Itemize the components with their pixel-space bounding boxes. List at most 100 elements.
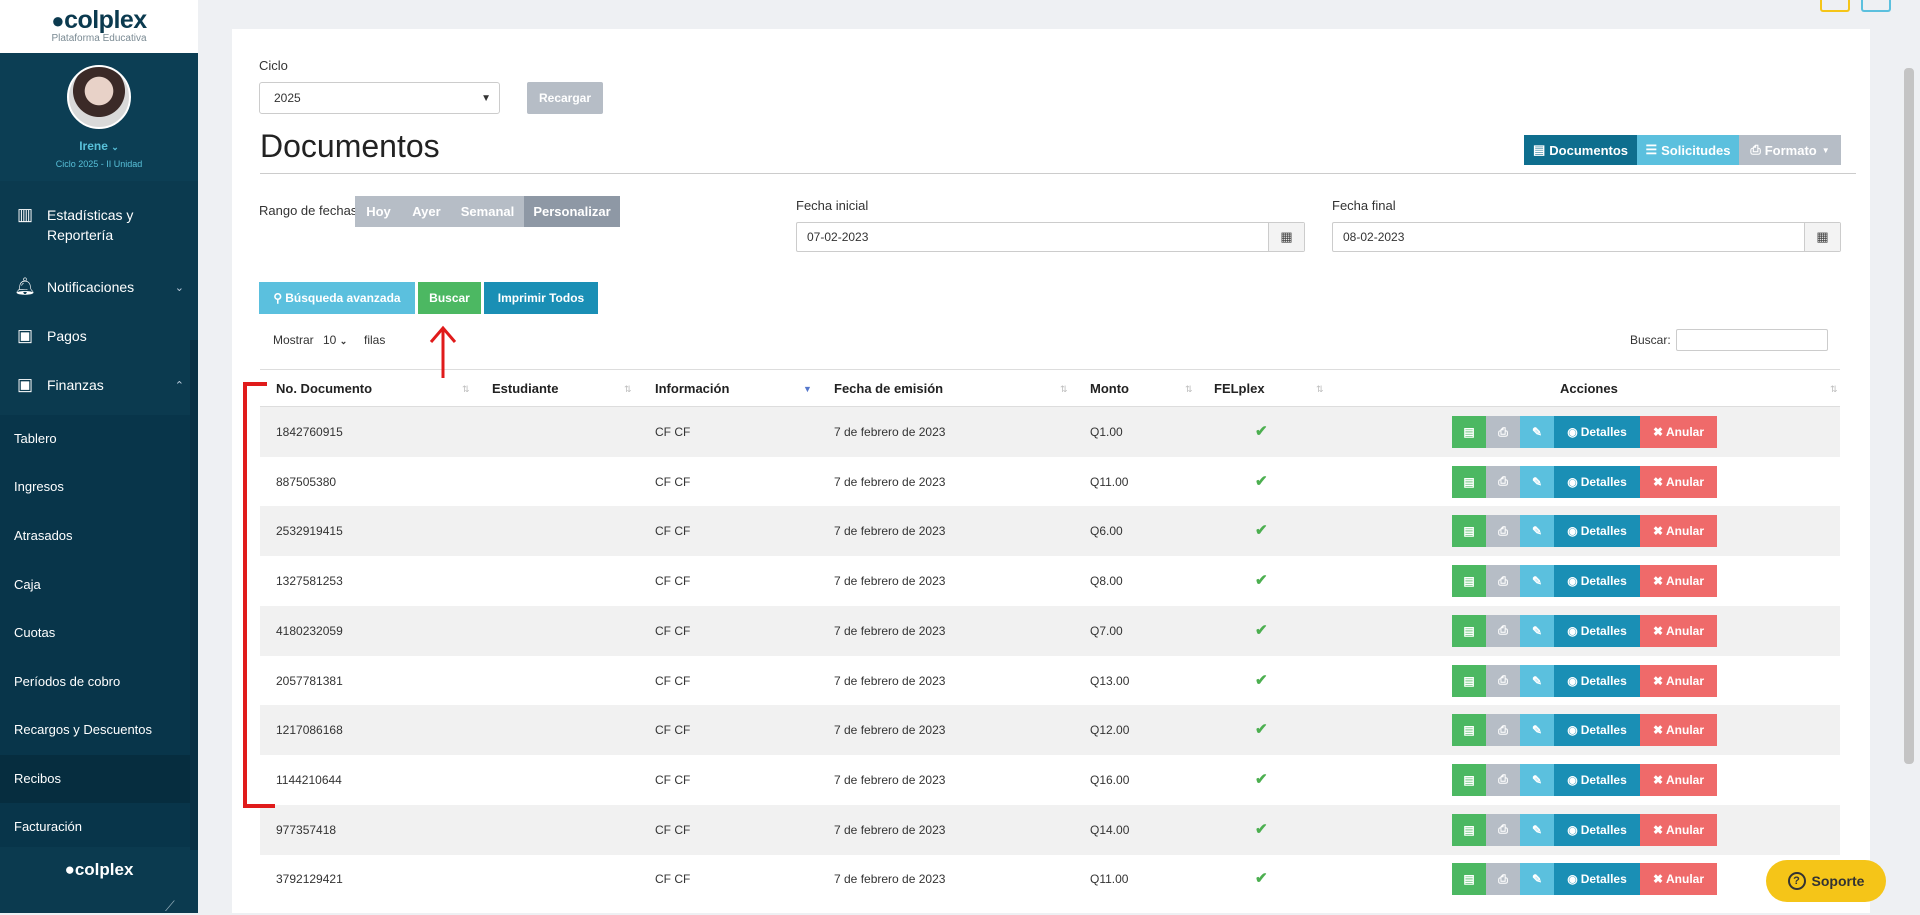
sort-icon[interactable]: ⇅ bbox=[1185, 370, 1193, 408]
page-size-select[interactable]: 10 ⌄ bbox=[323, 333, 347, 347]
menu-pagos[interactable]: ▣ Pagos bbox=[0, 320, 198, 352]
submenu-caja[interactable]: Caja bbox=[0, 561, 190, 609]
detalles-button[interactable]: ◉ Detalles bbox=[1554, 416, 1640, 448]
sort-desc-icon[interactable]: ▼ bbox=[803, 370, 812, 408]
detalles-button[interactable]: ◉ Detalles bbox=[1554, 763, 1640, 796]
warning-icon[interactable] bbox=[1820, 0, 1850, 12]
user-name-dropdown[interactable]: Irene ⌄ bbox=[0, 139, 198, 153]
anular-button[interactable]: ✖ Anular bbox=[1640, 714, 1717, 747]
document-button[interactable]: ▤ bbox=[1452, 416, 1486, 448]
detalles-button[interactable]: ◉ Detalles bbox=[1554, 465, 1640, 498]
print-button[interactable]: ⎙ bbox=[1486, 763, 1520, 796]
submenu-recibos[interactable]: Recibos bbox=[0, 755, 190, 803]
anular-button[interactable]: ✖ Anular bbox=[1640, 416, 1717, 448]
print-button[interactable]: ⎙ bbox=[1486, 863, 1520, 896]
submenu-cuotas[interactable]: Cuotas bbox=[0, 609, 190, 657]
menu-estadisticas[interactable]: ▥ Estadísticas y Reportería bbox=[0, 205, 198, 251]
submenu-periodos[interactable]: Períodos de cobro bbox=[0, 658, 190, 706]
submenu-ingresos[interactable]: Ingresos bbox=[0, 463, 190, 511]
detalles-button[interactable]: ◉ Detalles bbox=[1554, 565, 1640, 598]
sort-icon[interactable]: ⇅ bbox=[462, 370, 470, 408]
anular-button[interactable]: ✖ Anular bbox=[1640, 515, 1717, 548]
rango-semanal[interactable]: Semanal bbox=[451, 196, 524, 227]
document-button[interactable]: ▤ bbox=[1452, 763, 1486, 796]
edit-button[interactable]: ✎ bbox=[1520, 614, 1554, 647]
document-button[interactable]: ▤ bbox=[1452, 515, 1486, 548]
rango-personalizar[interactable]: Personalizar bbox=[524, 196, 620, 227]
anular-button[interactable]: ✖ Anular bbox=[1640, 465, 1717, 498]
col-no-documento[interactable]: No. Documento bbox=[276, 370, 372, 408]
print-button[interactable]: ⎙ bbox=[1486, 813, 1520, 846]
submenu-facturacion[interactable]: Facturación bbox=[0, 803, 190, 851]
rango-ayer[interactable]: Ayer bbox=[402, 196, 451, 227]
col-monto[interactable]: Monto bbox=[1090, 370, 1129, 408]
anular-button[interactable]: ✖ Anular bbox=[1640, 813, 1717, 846]
edit-button[interactable]: ✎ bbox=[1520, 416, 1554, 448]
edit-button[interactable]: ✎ bbox=[1520, 565, 1554, 598]
busqueda-avanzada-button[interactable]: ⚲ Búsqueda avanzada bbox=[259, 282, 415, 314]
recargar-button[interactable]: Recargar bbox=[527, 82, 603, 114]
print-button[interactable]: ⎙ bbox=[1486, 614, 1520, 647]
logo[interactable]: ●colplex Plataforma Educativa bbox=[0, 0, 198, 53]
submenu-atrasados[interactable]: Atrasados bbox=[0, 512, 190, 560]
col-fecha-emision[interactable]: Fecha de emisión bbox=[834, 370, 943, 408]
rango-hoy[interactable]: Hoy bbox=[355, 196, 402, 227]
col-felplex[interactable]: FELplex bbox=[1214, 370, 1265, 408]
document-button[interactable]: ▤ bbox=[1452, 813, 1486, 846]
print-button[interactable]: ⎙ bbox=[1486, 416, 1520, 448]
edit-button[interactable]: ✎ bbox=[1520, 465, 1554, 498]
detalles-button[interactable]: ◉ Detalles bbox=[1554, 863, 1640, 896]
print-button[interactable]: ⎙ bbox=[1486, 515, 1520, 548]
sort-icon[interactable]: ⇅ bbox=[1316, 370, 1324, 408]
buscar-button[interactable]: Buscar bbox=[418, 282, 481, 314]
print-button[interactable]: ⎙ bbox=[1486, 664, 1520, 697]
formato-dropdown[interactable]: ⎙ Formato ▼ bbox=[1739, 135, 1841, 165]
menu-notificaciones[interactable]: 🔔︎ Notificaciones ⌄ bbox=[0, 271, 198, 303]
detalles-button[interactable]: ◉ Detalles bbox=[1554, 714, 1640, 747]
imprimir-todos-button[interactable]: Imprimir Todos bbox=[484, 282, 598, 314]
print-button[interactable]: ⎙ bbox=[1486, 465, 1520, 498]
submenu-tablero[interactable]: Tablero bbox=[0, 415, 190, 463]
document-button[interactable]: ▤ bbox=[1452, 863, 1486, 896]
col-informacion[interactable]: Información bbox=[655, 370, 729, 408]
info-icon[interactable] bbox=[1861, 0, 1891, 12]
document-button[interactable]: ▤ bbox=[1452, 664, 1486, 697]
anular-button[interactable]: ✖ Anular bbox=[1640, 664, 1717, 697]
document-button[interactable]: ▤ bbox=[1452, 614, 1486, 647]
sort-icon[interactable]: ⇅ bbox=[1060, 370, 1068, 408]
edit-button[interactable]: ✎ bbox=[1520, 763, 1554, 796]
page-scrollbar[interactable] bbox=[1904, 68, 1914, 764]
soporte-button[interactable]: ? Soporte bbox=[1766, 860, 1886, 902]
anular-button[interactable]: ✖ Anular bbox=[1640, 863, 1717, 896]
detalles-button[interactable]: ◉ Detalles bbox=[1554, 614, 1640, 647]
col-acciones[interactable]: Acciones bbox=[1560, 370, 1618, 408]
submenu-recargos[interactable]: Recargos y Descuentos bbox=[0, 706, 190, 754]
fecha-final-input[interactable]: 08-02-2023 ▦ bbox=[1332, 222, 1841, 252]
avatar[interactable] bbox=[67, 65, 131, 129]
anular-button[interactable]: ✖ Anular bbox=[1640, 565, 1717, 598]
detalles-button[interactable]: ◉ Detalles bbox=[1554, 664, 1640, 697]
print-button[interactable]: ⎙ bbox=[1486, 714, 1520, 747]
edit-button[interactable]: ✎ bbox=[1520, 664, 1554, 697]
col-estudiante[interactable]: Estudiante bbox=[492, 370, 558, 408]
document-button[interactable]: ▤ bbox=[1452, 465, 1486, 498]
edit-button[interactable]: ✎ bbox=[1520, 863, 1554, 896]
collapse-arrow-icon[interactable]: ⟋ bbox=[165, 898, 175, 915]
calendar-icon[interactable]: ▦ bbox=[1268, 223, 1304, 251]
sort-icon[interactable]: ⇅ bbox=[1830, 370, 1838, 408]
detalles-button[interactable]: ◉ Detalles bbox=[1554, 813, 1640, 846]
edit-button[interactable]: ✎ bbox=[1520, 714, 1554, 747]
print-button[interactable]: ⎙ bbox=[1486, 565, 1520, 598]
calendar-icon[interactable]: ▦ bbox=[1804, 223, 1840, 251]
tab-documentos[interactable]: ▤ Documentos bbox=[1524, 135, 1637, 165]
detalles-button[interactable]: ◉ Detalles bbox=[1554, 515, 1640, 548]
document-button[interactable]: ▤ bbox=[1452, 714, 1486, 747]
anular-button[interactable]: ✖ Anular bbox=[1640, 614, 1717, 647]
edit-button[interactable]: ✎ bbox=[1520, 813, 1554, 846]
fecha-inicial-input[interactable]: 07-02-2023 ▦ bbox=[796, 222, 1305, 252]
anular-button[interactable]: ✖ Anular bbox=[1640, 763, 1717, 796]
ciclo-select[interactable]: 2025 ▼ bbox=[259, 82, 500, 114]
table-search-input[interactable] bbox=[1676, 329, 1828, 351]
tab-solicitudes[interactable]: ☰ Solicitudes bbox=[1637, 135, 1739, 165]
document-button[interactable]: ▤ bbox=[1452, 565, 1486, 598]
